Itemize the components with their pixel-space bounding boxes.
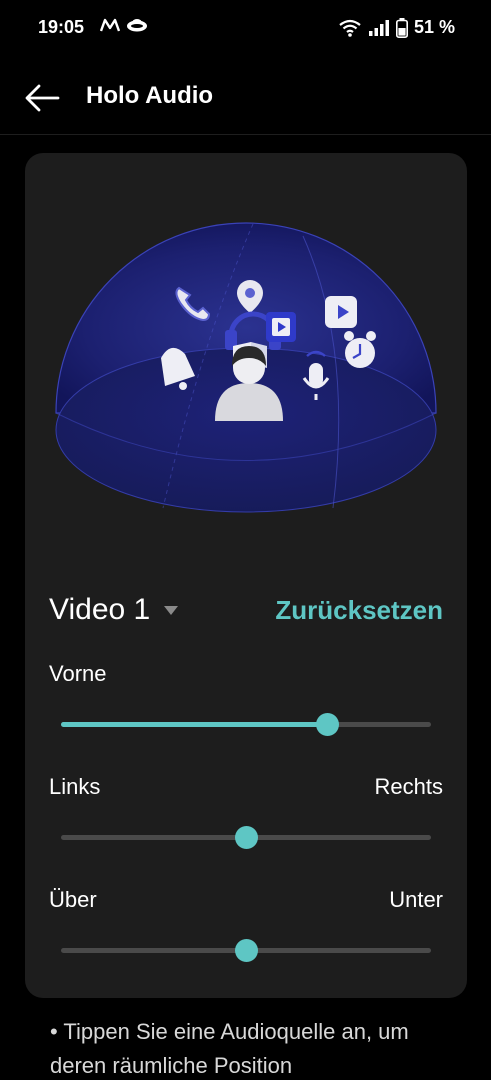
slider-right-label: Rechts [374,774,443,799]
front-slider[interactable] [61,713,431,737]
slider-group-front: Vorne [49,661,443,741]
m-notification-icon [100,18,120,32]
above-below-slider[interactable] [61,939,431,963]
slider-left-label: Vorne [49,661,107,686]
slider-left-label: Links [49,774,101,799]
wifi-icon [339,19,361,37]
slider-group-above-below: Über Unter [49,887,443,967]
battery-percent: 51 % [413,17,455,37]
arrow-left-icon [25,84,60,112]
slider-labels: Über Unter [49,887,443,917]
preset-label: Video 1 [49,593,151,626]
back-button[interactable] [22,78,62,118]
notification-icons [100,18,148,32]
status-time: 19:05 [38,17,85,37]
signal-icon [368,19,389,36]
hint-text: • Tippen Sie eine Audioquelle an, um der… [50,1019,409,1078]
preset-row: Video 1 Zurücksetzen [49,593,443,633]
slider-thumb[interactable] [316,713,340,736]
slider-left-label: Über [49,887,97,912]
slider-thumb[interactable] [235,826,258,849]
slider-labels: Links Rechts [49,774,443,804]
video-play-icon [325,296,357,328]
page-title: Holo Audio [86,82,214,109]
battery-icon [395,17,408,38]
cloud-icon [127,19,147,32]
slider-right-label: Unter [389,887,443,912]
dropdown-arrow-icon [164,605,179,615]
status-right: 51 % [338,17,455,38]
slider-fill [61,722,328,727]
preset-dropdown[interactable]: Video 1 [49,593,179,627]
video-player-icon [266,312,296,342]
app-bar: Holo Audio [0,60,491,135]
spatial-audio-card: Video 1 Zurücksetzen Vorne Links Rechts … [25,153,467,998]
reset-button[interactable]: Zurücksetzen [275,595,443,626]
status-bar: 19:05 51 % [0,0,491,60]
slider-labels: Vorne [49,661,443,691]
spatial-audio-illustration[interactable] [53,208,439,518]
left-right-slider[interactable] [61,826,431,850]
slider-group-left-right: Links Rechts [49,774,443,854]
slider-thumb[interactable] [235,939,258,962]
screen: 19:05 51 % Holo Audio Video 1 Zurücksetz… [0,0,491,1080]
